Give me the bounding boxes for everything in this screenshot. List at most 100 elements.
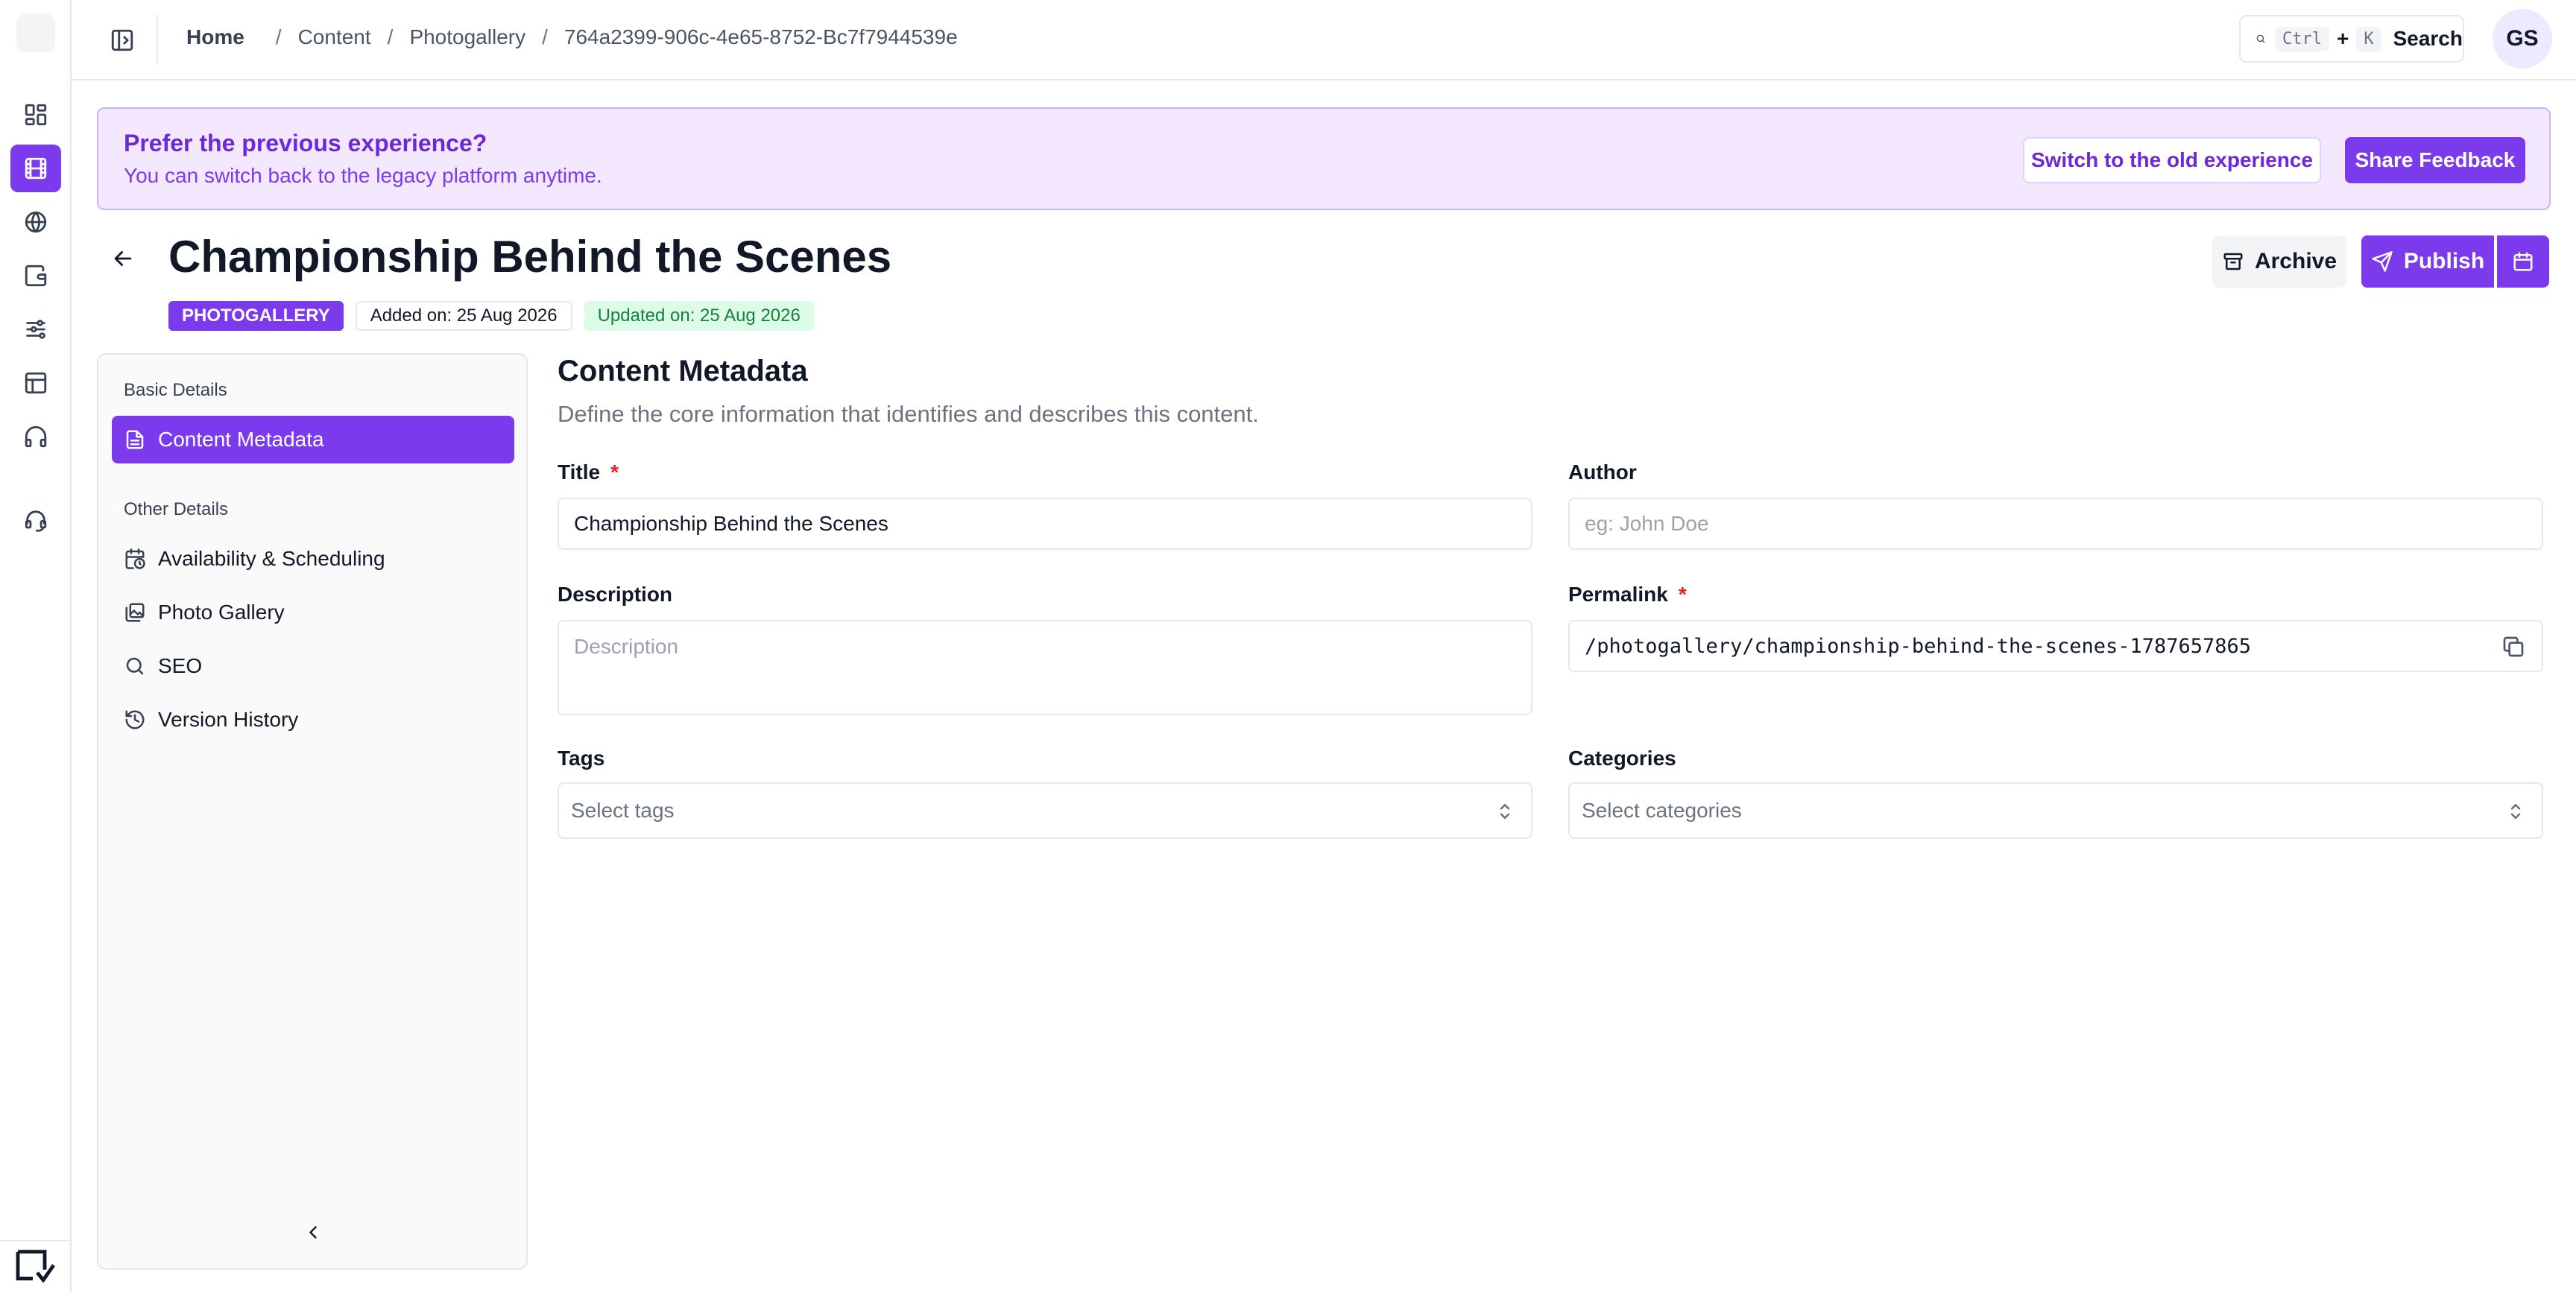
author-input[interactable]: eg: John Doe [1568,498,2543,550]
rail-audio[interactable] [10,413,61,460]
globe-icon [25,211,47,233]
app-rail [0,0,72,1292]
search-button[interactable]: Ctrl + K Search [2239,15,2464,63]
permalink-label: Permalink * [1568,583,1687,607]
wallet-icon [25,265,47,287]
breadcrumb-separator: / [275,25,282,48]
document-icon [126,430,144,449]
search-icon [2256,34,2265,43]
nav-item-label: Availability & Scheduling [158,547,385,570]
archive-icon [2223,253,2243,270]
title-input[interactable]: Championship Behind the Scenes [558,498,1532,550]
tags-label: Tags [558,747,605,770]
categories-label: Categories [1568,747,1676,770]
permalink-input[interactable]: /photogallery/championship-behind-the-sc… [1568,620,2543,672]
permalink-label-text: Permalink [1568,583,1668,606]
nav-item-label: Version History [158,708,299,731]
rail-content[interactable] [10,145,61,192]
rail-dashboard[interactable] [10,91,61,139]
breadcrumb-photogallery[interactable]: Photogallery [409,25,525,49]
nav-availability-scheduling[interactable]: Availability & Scheduling [112,535,514,583]
categories-placeholder: Select categories [1582,799,1742,822]
tags-select[interactable]: Select tags [558,782,1532,839]
section-nav-panel: Basic Details Content Metadata Other Det… [97,353,528,1270]
nav-item-label: SEO [158,654,203,677]
avatar[interactable]: GS [2493,9,2552,69]
banner-title: Prefer the previous experience? [124,130,487,156]
bottom-logo [0,1240,72,1292]
updated-date-badge: Updated on: 25 Aug 2026 [584,301,814,331]
rail-support[interactable] [10,496,61,544]
form-title: Content Metadata [558,355,808,387]
shortcut-key-ctrl: Ctrl [2275,26,2329,51]
arrow-left-icon [114,251,132,266]
permalink-value: /photogallery/championship-behind-the-sc… [1585,634,2252,658]
calendar-clock-icon [125,548,145,569]
collapse-panel-button[interactable] [300,1219,326,1246]
required-marker: * [1678,583,1687,606]
search-icon [126,657,144,675]
rail-web[interactable] [10,198,61,246]
shortcut-plus: + [2336,27,2349,50]
images-icon [125,603,145,622]
shortcut-key-k: K [2356,26,2381,51]
form-subtitle: Define the core information that identif… [558,401,1259,427]
chevron-left-icon [309,1226,317,1239]
nav-content-metadata[interactable]: Content Metadata [112,416,514,463]
title-label: Title * [558,460,619,484]
breadcrumb: Home / Content / Photogallery / 764a2399… [186,0,958,75]
rail-settings[interactable] [10,305,61,353]
legacy-banner: Prefer the previous experience? You can … [97,107,2551,210]
tags-placeholder: Select tags [571,799,675,822]
schedule-publish-button[interactable] [2497,235,2549,288]
app-logo [16,13,55,52]
divider [157,15,158,64]
archive-button[interactable]: Archive [2212,235,2346,288]
copy-permalink-button[interactable] [2501,635,2525,659]
sliders-icon [26,320,45,339]
description-label: Description [558,583,673,606]
top-bar: Home / Content / Photogallery / 764a2399… [72,0,2576,80]
publish-label: Publish [2403,249,2485,273]
nav-item-label: Content Metadata [158,428,324,451]
publish-button[interactable]: Publish [2361,235,2494,288]
rail-wallet[interactable] [10,252,61,300]
content-type-badge: PHOTOGALLERY [168,301,344,331]
banner-subtitle: You can switch back to the legacy platfo… [124,164,602,187]
status-badges: PHOTOGALLERY Added on: 25 Aug 2026 Updat… [168,301,814,331]
film-icon [25,157,47,180]
nav-seo[interactable]: SEO [112,642,514,690]
sidebar-toggle-button[interactable] [104,22,140,58]
required-marker: * [610,460,619,484]
headset-icon [25,510,47,532]
description-textarea[interactable]: Description [558,620,1532,715]
breadcrumb-content[interactable]: Content [298,25,371,49]
author-label: Author [1568,460,1637,484]
other-details-label: Other Details [124,499,229,519]
layout-icon [25,372,47,394]
breadcrumb-separator: / [542,25,548,48]
send-icon [2372,251,2393,272]
nav-photo-gallery[interactable]: Photo Gallery [112,589,514,636]
search-label: Search [2393,27,2463,50]
nav-version-history[interactable]: Version History [112,696,514,744]
rail-layout[interactable] [10,359,61,407]
chevrons-up-down-icon [1500,804,1510,819]
categories-select[interactable]: Select categories [1568,782,2543,839]
switch-old-experience-button[interactable]: Switch to the old experience [2023,137,2321,183]
basic-details-label: Basic Details [124,380,227,400]
added-date-badge: Added on: 25 Aug 2026 [355,301,572,331]
share-feedback-button[interactable]: Share Feedback [2345,137,2525,183]
panel-toggle-icon [111,29,133,51]
breadcrumb-separator: / [387,25,394,48]
archive-label: Archive [2254,249,2337,273]
breadcrumb-home[interactable]: Home [186,25,244,49]
brand-mark-icon [16,1250,55,1284]
history-icon [125,710,145,729]
dashboard-icon [25,104,47,126]
page-title: Championship Behind the Scenes [168,232,892,282]
breadcrumb-current-id: 764a2399-906c-4e65-8752-Bc7f7944539e [564,25,958,48]
nav-item-label: Photo Gallery [158,601,285,624]
copy-icon [2503,636,2524,657]
back-button[interactable] [107,243,139,274]
